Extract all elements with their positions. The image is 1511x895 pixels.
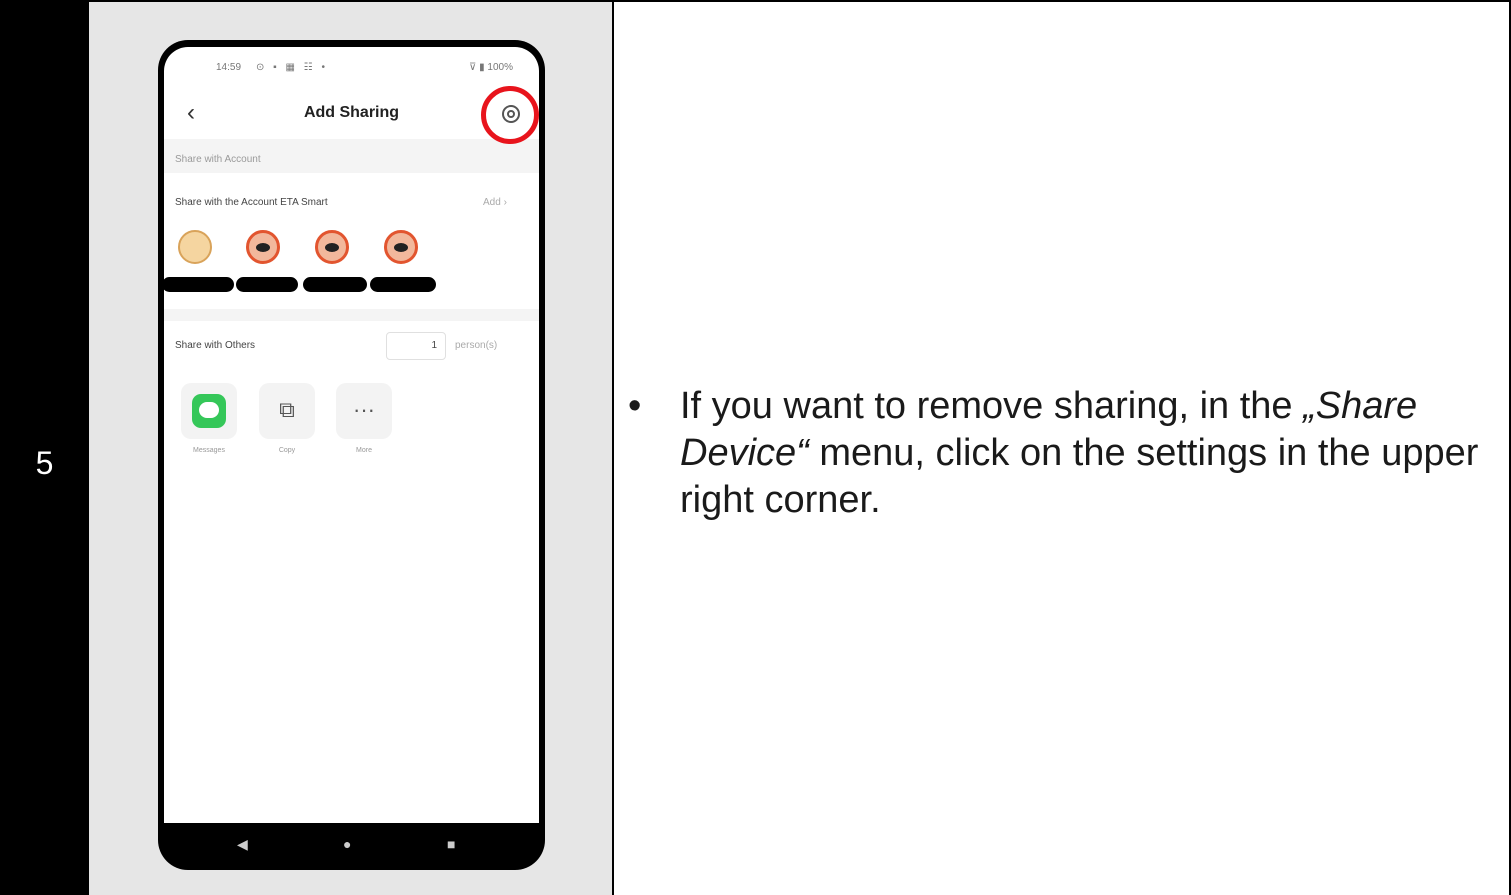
add-account-button[interactable]: Add › xyxy=(483,197,507,208)
more-icon: ··· xyxy=(353,397,375,422)
empty-area xyxy=(164,472,539,823)
nav-recents-icon[interactable]: ■ xyxy=(447,836,455,852)
nav-home-icon[interactable]: ● xyxy=(343,836,351,852)
avatar[interactable] xyxy=(246,230,280,264)
share-option-label: Copy xyxy=(278,447,296,454)
status-time: 14:59 xyxy=(216,62,242,73)
step-number: 5 xyxy=(35,445,54,481)
redacted-name xyxy=(236,277,298,292)
step-number-column: 5 xyxy=(0,0,89,895)
share-others-row-label: Share with Others xyxy=(175,340,256,351)
messages-icon xyxy=(192,394,226,428)
instruction-text: • If you want to remove sharing, in the … xyxy=(628,383,1498,524)
instruction-prefix: If you want to remove sharing, in the xyxy=(680,385,1304,427)
redacted-name xyxy=(303,277,367,292)
avatar[interactable] xyxy=(384,230,418,264)
redacted-name xyxy=(370,277,436,292)
share-option-label: More xyxy=(356,447,372,454)
avatar[interactable] xyxy=(315,230,349,264)
android-nav-bar: ◀ ● ■ xyxy=(164,823,539,864)
avatar[interactable] xyxy=(178,230,212,264)
share-more-button[interactable]: ··· xyxy=(336,383,392,439)
section-divider xyxy=(164,309,539,321)
share-option-label: Messages xyxy=(193,447,225,454)
copy-icon: ⧉ xyxy=(279,397,295,422)
person-count-field[interactable]: 1 xyxy=(386,332,446,360)
share-copy-button[interactable]: ⧉ xyxy=(259,383,315,439)
bullet-icon: • xyxy=(628,385,642,427)
settings-highlight-ring xyxy=(481,86,539,144)
section-label-account: Share with Account xyxy=(175,154,261,165)
share-account-row-label: Share with the Account ETA Smart xyxy=(175,197,328,208)
phone-screen: 14:59 ⊙ ▪ ▦ ☷ • ⊽ ▮ 100% ‹ Add Sharing S… xyxy=(164,47,539,823)
share-messages-button[interactable] xyxy=(181,383,237,439)
status-bar: 14:59 ⊙ ▪ ▦ ☷ • ⊽ ▮ 100% xyxy=(164,59,539,79)
nav-back-icon[interactable]: ◀ xyxy=(237,836,248,853)
status-icons: ⊙ ▪ ▦ ☷ • xyxy=(256,62,328,73)
person-unit-label: person(s) xyxy=(455,340,498,351)
redacted-name xyxy=(164,277,234,292)
battery-indicator: ⊽ ▮ 100% xyxy=(469,62,513,73)
